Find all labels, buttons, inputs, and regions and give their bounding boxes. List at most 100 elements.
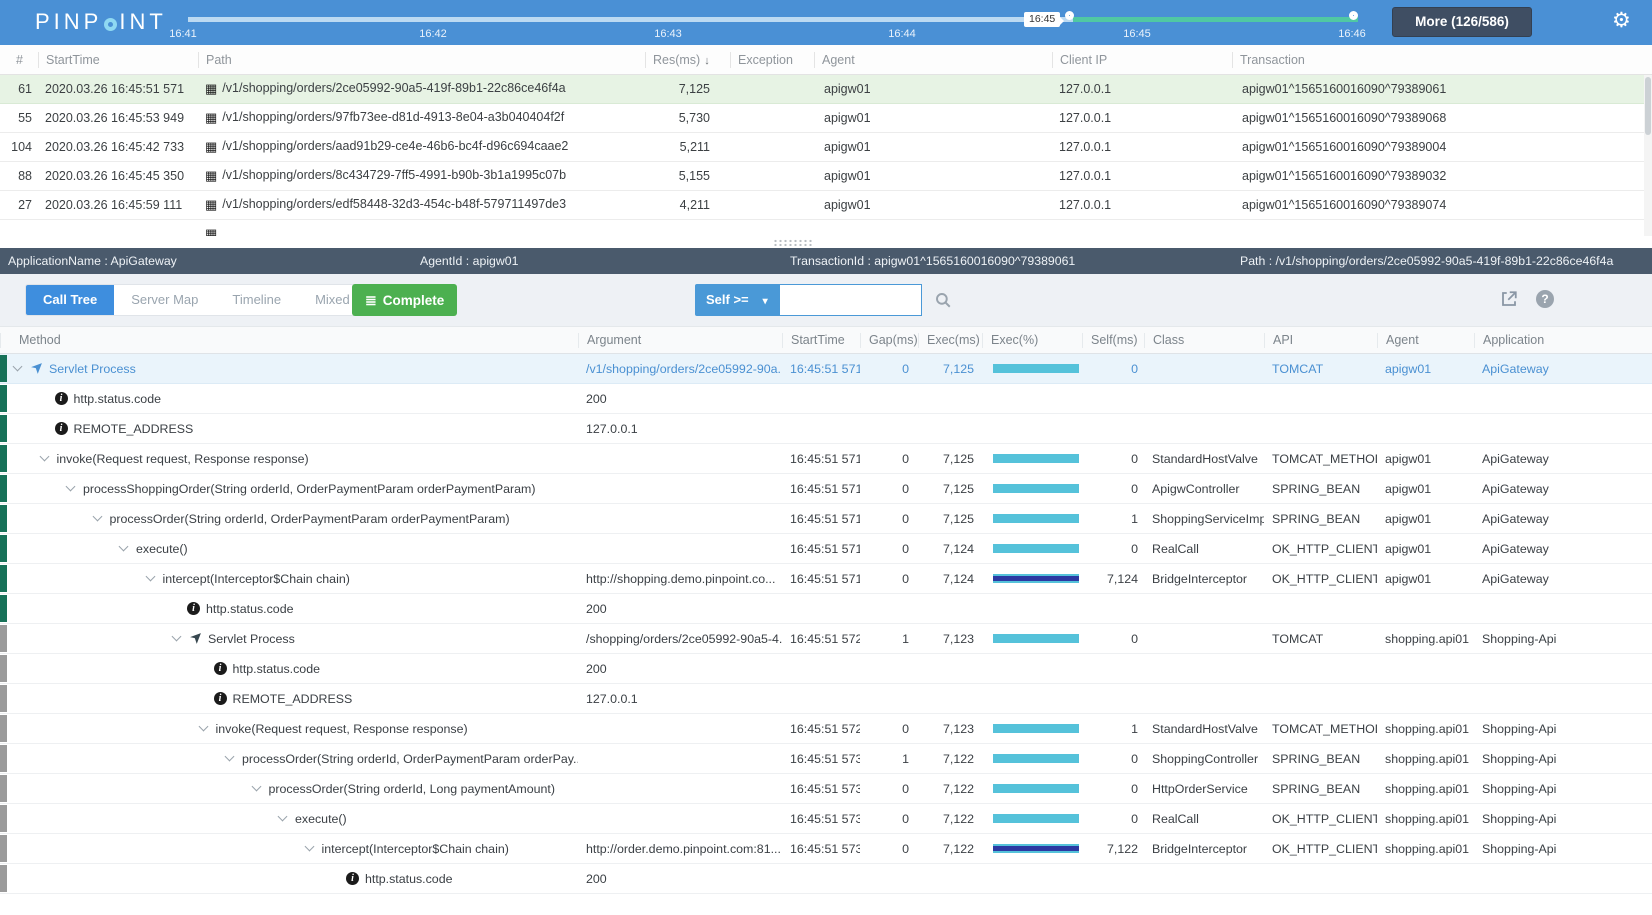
column-header-path[interactable]: Path <box>198 52 645 68</box>
column-header-class[interactable]: Class <box>1144 333 1264 348</box>
gear-icon[interactable]: ⚙ <box>1612 8 1631 33</box>
argument-value: http://order.demo.pinpoint.com:81... <box>578 842 782 856</box>
timeline-track[interactable] <box>188 17 1073 22</box>
tab-server-map[interactable]: Server Map <box>114 285 215 315</box>
call-tree-row[interactable]: i execute() 16:45:51 573 0 7,122 0 RealC… <box>0 804 1652 834</box>
call-tree-row[interactable]: i processOrder(String orderId, OrderPaym… <box>0 744 1652 774</box>
agent-color-strip <box>0 805 7 832</box>
panel-resize-handle[interactable] <box>773 239 813 246</box>
chevron-down-icon[interactable] <box>198 722 208 732</box>
column-header-argument[interactable]: Argument <box>578 333 782 348</box>
call-tree-row[interactable]: i Servlet Process /shopping/orders/2ce05… <box>0 624 1652 654</box>
agent-color-strip <box>0 535 7 562</box>
chevron-down-icon[interactable] <box>278 812 288 822</box>
call-tree-row[interactable]: i intercept(Interceptor$Chain chain) htt… <box>0 834 1652 864</box>
agent-color-strip <box>0 865 7 892</box>
chevron-down-icon[interactable] <box>251 782 261 792</box>
call-tree-row[interactable]: i execute() 16:45:51 571 0 7,124 0 RealC… <box>0 534 1652 564</box>
pinpoint-logo[interactable]: PINPINT <box>35 9 167 35</box>
chevron-down-icon[interactable] <box>145 572 155 582</box>
method-label: http.status.code <box>206 602 293 616</box>
transaction-row[interactable]: 88 2020.03.26 16:45:45 350 ▦/v1/shopping… <box>0 162 1652 191</box>
column-header-agent[interactable]: Agent <box>814 52 1052 68</box>
chevron-down-icon[interactable] <box>92 512 102 522</box>
search-input[interactable] <box>779 284 922 316</box>
column-header-application[interactable]: Application <box>1474 333 1652 348</box>
complete-button[interactable]: ≣Complete <box>352 284 457 316</box>
search-icon[interactable] <box>934 291 952 309</box>
tab-timeline[interactable]: Timeline <box>215 285 298 315</box>
transaction-scrollbar[interactable] <box>1644 75 1652 236</box>
column-header-res[interactable]: Res(ms)↓ <box>645 52 730 68</box>
help-icon[interactable]: ? <box>1536 290 1554 308</box>
column-header-agent[interactable]: Agent <box>1377 333 1474 348</box>
transaction-row[interactable]: ▦ <box>0 220 1652 236</box>
call-tree-row[interactable]: i http.status.code 200 <box>0 384 1652 414</box>
call-tree-row[interactable]: i processShoppingOrder(String orderId, O… <box>0 474 1652 504</box>
column-header-gap[interactable]: Gap(ms) <box>860 333 918 348</box>
column-header-self[interactable]: Self(ms) <box>1082 333 1144 348</box>
scrollbar-thumb[interactable] <box>1645 77 1651 135</box>
call-tree-row[interactable]: i Servlet Process /v1/shopping/orders/2c… <box>0 354 1652 384</box>
chevron-down-icon[interactable] <box>304 842 314 852</box>
column-header-method[interactable]: Method <box>0 333 578 348</box>
method-label: processOrder(String orderId, OrderPaymen… <box>110 512 510 526</box>
timeline-handle-left[interactable] <box>1065 11 1074 20</box>
method-label: http.status.code <box>365 872 452 886</box>
call-tree-header: Method Argument StartTime Gap(ms) Exec(m… <box>0 326 1652 354</box>
call-tree-row[interactable]: i processOrder(String orderId, Long paym… <box>0 774 1652 804</box>
call-tree-search: Self >=▾ <box>695 284 952 316</box>
column-header-starttime[interactable]: StartTime <box>38 52 198 68</box>
timeline-selected-range[interactable] <box>1073 17 1358 22</box>
open-in-new-window-icon[interactable] <box>1500 290 1518 308</box>
column-header-starttime[interactable]: StartTime <box>782 333 860 348</box>
chevron-down-icon[interactable] <box>172 632 182 642</box>
transaction-table-header: # StartTime Path Res(ms)↓ Exception Agen… <box>0 45 1652 75</box>
argument-value: 127.0.0.1 <box>578 692 782 706</box>
agent-color-strip <box>0 775 7 802</box>
column-header-api[interactable]: API <box>1264 333 1377 348</box>
transaction-row[interactable]: 27 2020.03.26 16:45:59 111 ▦/v1/shopping… <box>0 191 1652 220</box>
call-tree-row[interactable]: i intercept(Interceptor$Chain chain) htt… <box>0 564 1652 594</box>
argument-value: 200 <box>578 662 782 676</box>
column-header-exception[interactable]: Exception <box>730 52 814 68</box>
chevron-down-icon[interactable] <box>225 752 235 762</box>
transaction-rows: 61 2020.03.26 16:45:51 571 ▦/v1/shopping… <box>0 75 1652 236</box>
method-label: invoke(Request request, Response respons… <box>57 452 309 466</box>
timeline-handle-right[interactable] <box>1349 11 1358 20</box>
call-tree-row[interactable]: i invoke(Request request, Response respo… <box>0 714 1652 744</box>
call-tree-row[interactable]: i http.status.code 200 <box>0 654 1652 684</box>
info-icon: i <box>187 602 200 615</box>
exec-percent-bar <box>993 844 1079 853</box>
agent-color-strip <box>0 625 7 652</box>
transaction-row[interactable]: 61 2020.03.26 16:45:51 571 ▦/v1/shopping… <box>0 75 1652 104</box>
chevron-down-icon[interactable] <box>66 482 76 492</box>
method-label: Servlet Process <box>208 632 295 646</box>
call-tree-row[interactable]: i http.status.code 200 <box>0 594 1652 624</box>
call-tree-row[interactable]: i processOrder(String orderId, OrderPaym… <box>0 504 1652 534</box>
call-tree-row[interactable]: i REMOTE_ADDRESS 127.0.0.1 <box>0 684 1652 714</box>
sort-desc-icon: ↓ <box>704 55 710 67</box>
chevron-down-icon[interactable] <box>13 362 23 372</box>
call-tree-row[interactable]: i http.status.code 200 <box>0 864 1652 894</box>
transaction-row[interactable]: 104 2020.03.26 16:45:42 733 ▦/v1/shoppin… <box>0 133 1652 162</box>
more-button[interactable]: More (126/586) <box>1392 7 1532 37</box>
column-header-clientip[interactable]: Client IP <box>1052 52 1232 68</box>
chevron-down-icon[interactable] <box>119 542 129 552</box>
transaction-row[interactable]: 55 2020.03.26 16:45:53 949 ▦/v1/shopping… <box>0 104 1652 133</box>
exec-percent-bar <box>993 814 1079 823</box>
column-header-exec-pct[interactable]: Exec(%) <box>982 333 1082 348</box>
call-tree-row[interactable]: i REMOTE_ADDRESS 127.0.0.1 <box>0 414 1652 444</box>
column-header-transaction[interactable]: Transaction <box>1232 52 1652 68</box>
tab-call-tree[interactable]: Call Tree <box>26 285 114 315</box>
chevron-down-icon[interactable] <box>39 452 49 462</box>
list-icon: ≣ <box>365 292 377 308</box>
timeline-tick-label: 16:41 <box>161 28 205 40</box>
column-header-num[interactable]: # <box>0 52 38 68</box>
argument-value: 127.0.0.1 <box>578 422 782 436</box>
call-tree-row[interactable]: i invoke(Request request, Response respo… <box>0 444 1652 474</box>
transaction-id-label: TransactionId : apigw01^1565160016090^79… <box>790 248 1075 274</box>
column-header-exec[interactable]: Exec(ms) <box>918 333 982 348</box>
search-filter-dropdown[interactable]: Self >=▾ <box>695 284 779 316</box>
info-icon: i <box>55 392 68 405</box>
